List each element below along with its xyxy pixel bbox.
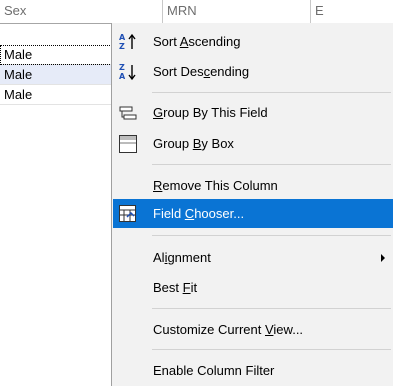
menu-item-remove-column[interactable]: Remove This Column — [113, 171, 393, 200]
column-header-sex[interactable]: Sex — [0, 0, 163, 23]
svg-text:Z: Z — [119, 42, 125, 51]
context-menu: A Z Sort Ascending Z A Sort Descending G… — [111, 23, 393, 386]
menu-item-best-fit[interactable]: Best Fit — [113, 273, 393, 302]
menu-item-label: Enable Column Filter — [153, 363, 275, 378]
menu-item-label: Remove This Column — [153, 178, 278, 193]
menu-item-sort-descending[interactable]: Z A Sort Descending — [113, 57, 393, 86]
menu-item-sort-ascending[interactable]: A Z Sort Ascending — [113, 27, 393, 56]
grid-header: Sex MRN E — [0, 0, 393, 24]
menu-item-field-chooser[interactable]: Field Chooser... — [113, 199, 393, 228]
menu-item-label: Alignment — [153, 250, 211, 265]
field-chooser-icon — [115, 203, 141, 225]
menu-item-label: Best Fit — [153, 280, 198, 295]
menu-item-group-by-field[interactable]: Group By This Field — [113, 98, 393, 127]
menu-separator — [152, 308, 391, 309]
submenu-arrow-icon — [381, 254, 385, 262]
table-row[interactable]: Male — [0, 85, 112, 105]
menu-item-label: Field Chooser... — [153, 206, 245, 221]
menu-item-label: Customize Current View... — [153, 322, 304, 337]
menu-item-customize-view[interactable]: Customize Current View... — [113, 315, 393, 344]
menu-item-label: Group By Box — [153, 136, 234, 151]
svg-text:A: A — [119, 72, 126, 81]
sort-ascending-icon: A Z — [115, 31, 141, 53]
column-header-mrn[interactable]: MRN — [163, 0, 311, 23]
menu-item-label: Sort Descending — [153, 64, 250, 79]
table-row[interactable]: Male — [0, 65, 112, 85]
svg-text:A: A — [119, 33, 126, 42]
sort-descending-icon: Z A — [115, 61, 141, 83]
menu-separator — [152, 92, 391, 93]
menu-item-alignment[interactable]: Alignment — [113, 243, 393, 272]
menu-item-enable-column-filter[interactable]: Enable Column Filter — [113, 356, 393, 385]
menu-separator — [152, 349, 391, 350]
group-by-box-icon — [115, 133, 141, 155]
svg-text:Z: Z — [119, 63, 125, 72]
menu-separator — [152, 235, 391, 236]
menu-item-label: Sort Ascending — [153, 34, 241, 49]
group-by-field-icon — [115, 102, 141, 124]
menu-separator — [152, 164, 391, 165]
menu-item-group-by-box[interactable]: Group By Box — [113, 129, 393, 158]
menu-item-label: Group By This Field — [153, 105, 268, 120]
table-row[interactable]: Male — [0, 45, 112, 65]
column-header-e[interactable]: E — [311, 0, 393, 23]
